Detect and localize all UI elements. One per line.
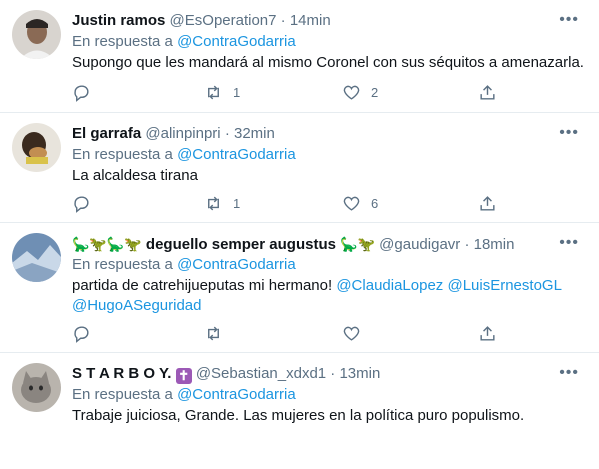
avatar[interactable] — [12, 233, 61, 282]
action-bar: 1 6 — [72, 194, 502, 214]
retweet-icon — [208, 85, 219, 100]
retweet-button[interactable]: 1 — [204, 194, 240, 213]
name-suffix-emoji: 🦕🦖 — [340, 236, 375, 252]
tweet-text: La alcaldesa tirana — [72, 167, 198, 184]
reply-button[interactable] — [72, 324, 91, 343]
avatar[interactable] — [12, 10, 61, 59]
reply-prefix: En respuesta a — [72, 146, 173, 163]
share-button[interactable] — [478, 83, 497, 102]
like-count: 2 — [371, 85, 379, 100]
reply-context: En respuesta a @ContraGodarria — [72, 255, 296, 275]
avatar[interactable] — [12, 363, 61, 412]
reply-icon — [74, 85, 89, 102]
user-handle[interactable]: @Sebastian_xdxd1 — [196, 365, 326, 382]
reply-mention-link[interactable]: @ContraGodarria — [177, 256, 296, 273]
timestamp[interactable]: 13min — [339, 365, 380, 382]
reply-mention-link[interactable]: @ContraGodarria — [177, 146, 296, 163]
reply-prefix: En respuesta a — [72, 256, 173, 273]
tweet[interactable]: Justin ramos @EsOperation7 · 14min ••• E… — [0, 0, 599, 113]
retweet-button[interactable]: 1 — [204, 83, 240, 102]
tweet-header: Justin ramos @EsOperation7 · 14min — [72, 12, 331, 29]
tweet[interactable]: S T A R B O Y. ✝ @Sebastian_xdxd1 · 13mi… — [0, 353, 599, 469]
share-icon — [480, 196, 495, 211]
like-count: 6 — [371, 196, 379, 211]
share-button[interactable] — [478, 194, 497, 213]
display-name[interactable]: deguello semper augustus — [146, 236, 336, 253]
reply-button[interactable] — [72, 83, 91, 102]
timestamp[interactable]: 32min — [234, 125, 275, 142]
more-options-icon[interactable]: ••• — [559, 125, 579, 141]
more-options-icon[interactable]: ••• — [559, 365, 579, 381]
reply-context: En respuesta a @ContraGodarria — [72, 145, 296, 165]
reply-context: En respuesta a @ContraGodarria — [72, 32, 296, 52]
latin-cross-emoji: ✝ — [175, 368, 192, 384]
heart-icon — [343, 326, 360, 341]
mention-link[interactable]: @LuisErnestoGL — [447, 277, 561, 294]
reply-feed: Justin ramos @EsOperation7 · 14min ••• E… — [0, 0, 599, 469]
like-button[interactable] — [342, 324, 361, 343]
like-button[interactable]: 2 — [342, 83, 378, 102]
retweet-icon — [208, 196, 219, 211]
tweet-text: partida de catrehijueputas mi hermano! @… — [72, 276, 587, 316]
retweet-button[interactable] — [204, 324, 223, 343]
display-name[interactable]: Justin ramos — [72, 12, 165, 29]
reply-context: En respuesta a @ContraGodarria — [72, 385, 296, 405]
reply-mention-link[interactable]: @ContraGodarria — [177, 386, 296, 403]
retweet-count: 1 — [233, 85, 241, 100]
tweet-header: 🦕🦖🦕🦖 deguello semper augustus 🦕🦖 @gaudig… — [72, 236, 515, 253]
user-handle[interactable]: @gaudigavr — [379, 236, 460, 253]
timestamp[interactable]: 18min — [474, 236, 515, 253]
action-bar: 1 2 — [72, 83, 502, 103]
reply-button[interactable] — [72, 194, 91, 213]
user-handle[interactable]: @alinpinpri — [145, 125, 220, 142]
retweet-count: 1 — [233, 196, 241, 211]
tweet[interactable]: 🦕🦖🦕🦖 deguello semper augustus 🦕🦖 @gaudig… — [0, 223, 599, 353]
more-options-icon[interactable]: ••• — [559, 235, 579, 251]
display-name[interactable]: S T A R B O Y. — [72, 365, 171, 382]
more-options-icon[interactable]: ••• — [559, 12, 579, 28]
tweet-text: Trabaje juiciosa, Grande. Las mujeres en… — [72, 407, 525, 424]
retweet-icon — [208, 326, 219, 341]
reply-icon — [74, 326, 89, 343]
action-bar — [72, 324, 502, 344]
display-name[interactable]: El garrafa — [72, 125, 141, 142]
share-icon — [480, 85, 495, 100]
tweet-text: Supongo que les mandará al mismo Coronel… — [72, 54, 584, 71]
user-handle[interactable]: @EsOperation7 — [170, 12, 277, 29]
reply-prefix: En respuesta a — [72, 33, 173, 50]
avatar[interactable] — [12, 123, 61, 172]
tweet-header: El garrafa @alinpinpri · 32min — [72, 125, 275, 142]
heart-icon — [343, 196, 360, 211]
tweet[interactable]: El garrafa @alinpinpri · 32min ••• En re… — [0, 113, 599, 223]
reply-icon — [74, 196, 89, 213]
tweet-header: S T A R B O Y. ✝ @Sebastian_xdxd1 · 13mi… — [72, 365, 381, 384]
tweet-body: partida de catrehijueputas mi hermano! — [72, 277, 333, 294]
share-button[interactable] — [478, 324, 497, 343]
reply-mention-link[interactable]: @ContraGodarria — [177, 33, 296, 50]
timestamp[interactable]: 14min — [290, 12, 331, 29]
mention-link[interactable]: @ClaudiaLopez — [336, 277, 443, 294]
share-icon — [480, 326, 495, 341]
like-button[interactable]: 6 — [342, 194, 378, 213]
mention-link[interactable]: @HugoASeguridad — [72, 297, 201, 314]
reply-prefix: En respuesta a — [72, 386, 173, 403]
heart-icon — [343, 85, 360, 100]
name-prefix-emoji: 🦕🦖🦕🦖 — [72, 236, 142, 252]
